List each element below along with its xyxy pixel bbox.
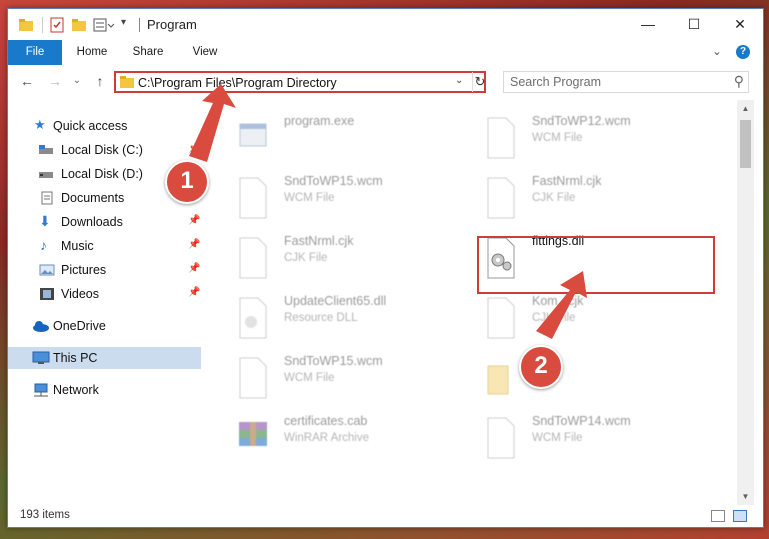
annotation-arrows — [189, 84, 587, 339]
step-badge-1: 1 — [165, 160, 209, 204]
step-badge-2: 2 — [519, 345, 563, 389]
explorer-window: ▾ Program — ☐ ✕ File Home Share View ⌄ ?… — [7, 8, 764, 528]
arrow-1-icon — [189, 84, 236, 162]
arrow-2-icon — [536, 271, 587, 339]
